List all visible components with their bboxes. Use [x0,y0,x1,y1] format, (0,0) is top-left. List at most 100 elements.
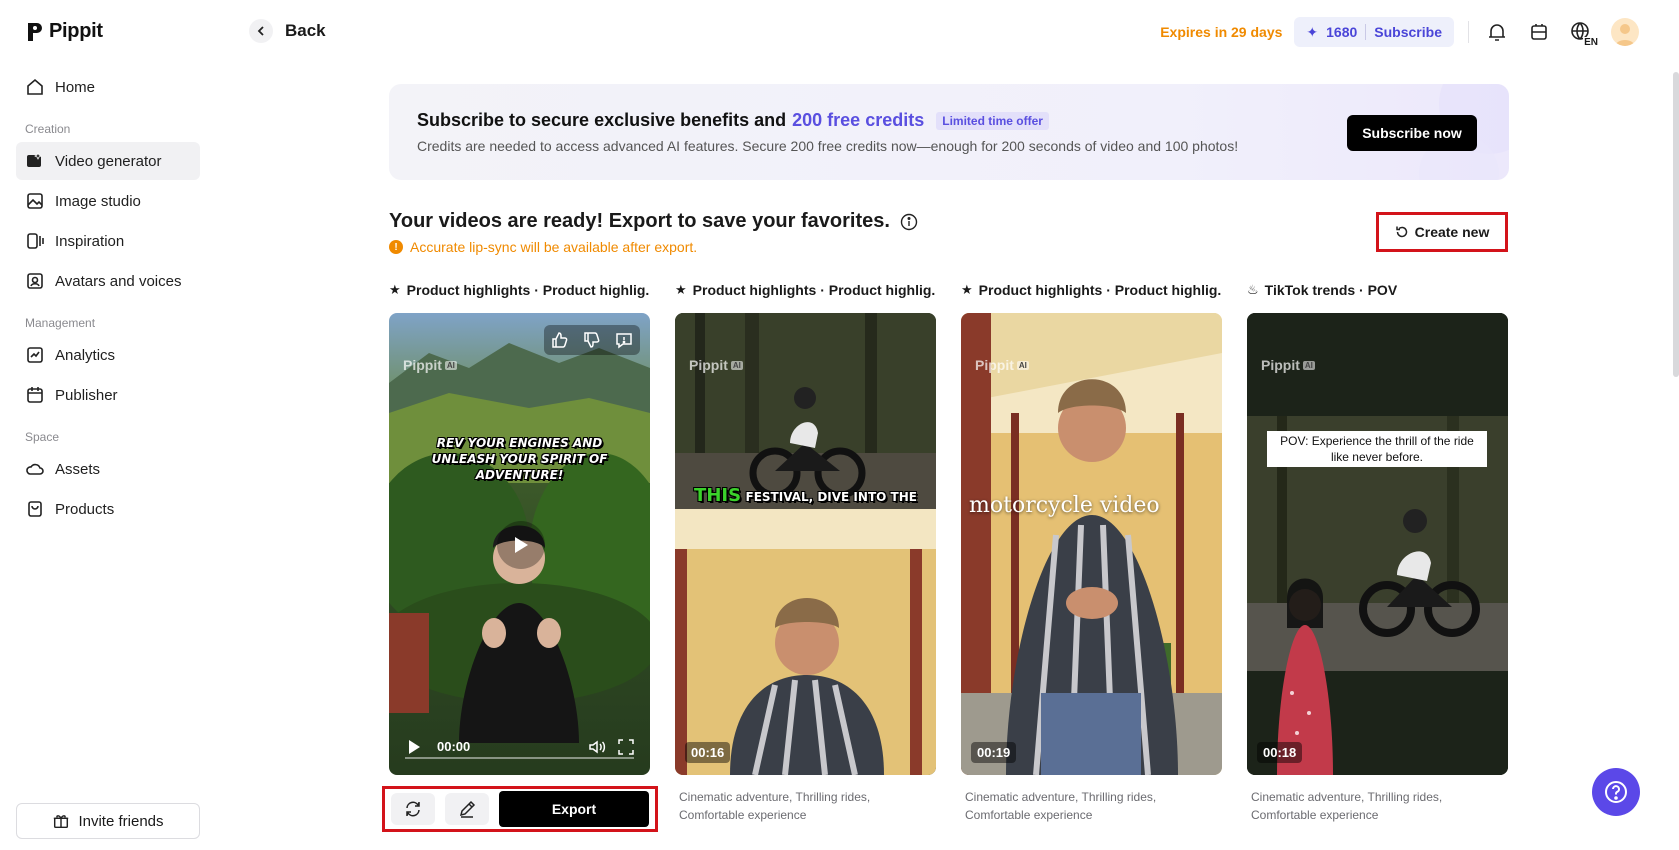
help-button[interactable] [1592,768,1640,816]
video-thumbnail[interactable]: Pippit AI THIS FESTIVAL, DIVE INTO THE 00… [675,313,936,775]
watermark-text: Pippit [975,357,1014,373]
calendar-icon [27,387,43,403]
watermark-text: Pippit [1261,357,1300,373]
report-icon[interactable] [615,331,633,349]
lip-sync-warning: ! Accurate lip-sync will be available af… [389,239,697,255]
description-line: Cinematic adventure, Thrilling rides, [679,790,871,804]
sidebar-item-avatars-voices[interactable]: Avatars and voices [16,262,200,300]
invite-friends-button[interactable]: Invite friends [16,803,200,839]
fullscreen-icon[interactable] [618,739,634,755]
regenerate-icon [406,801,420,817]
create-new-label: Create new [1414,224,1490,240]
warning-text: Accurate lip-sync will be available afte… [410,239,698,255]
page-heading: Your videos are ready! Export to save yo… [389,210,918,233]
category-star-icon: ★ [389,282,401,297]
description-line: Cinematic adventure, Thrilling rides, [1251,790,1443,804]
pill-divider [1365,24,1367,40]
watermark-text: Pippit [689,357,728,373]
sidebar-item-label: Analytics [55,346,116,364]
sidebar-item-analytics[interactable]: Analytics [16,336,200,374]
pippit-watermark: Pippit AI [975,357,1029,373]
sparkle-icon: ✦ [1306,23,1319,40]
sidebar-item-products[interactable]: Products [16,490,200,528]
subscribe-now-button[interactable]: Subscribe now [1347,115,1477,151]
description-line: Cinematic adventure, Thrilling rides, [965,790,1157,804]
sidebar-item-home[interactable]: Home [16,68,200,106]
video-duration: 00:18 [1257,742,1303,763]
thumbs-up-icon[interactable] [551,331,569,349]
sidebar-item-publisher[interactable]: Publisher [16,376,200,414]
banner-subtitle: Credits are needed to access advanced AI… [417,138,1239,154]
sidebar-item-video-generator[interactable]: Video generator [16,142,200,180]
watermark-ai-badge: AI [1016,360,1029,370]
video-thumbnail[interactable]: Pippit AI REV YOUR ENGINES AND UNLEASH YO… [389,313,650,775]
help-question-icon [1605,781,1627,803]
progress-bar[interactable] [405,757,634,759]
section-creation: Creation [25,122,71,136]
avatar-voice-icon [27,273,43,289]
video-card-3[interactable]: ★ Product highlights · Product highlig..… [961,280,1222,822]
card-label-text: Product highlights · Product highlig... [978,282,1222,298]
split-scene [675,313,936,775]
section-space: Space [25,430,60,444]
pencil-icon [459,800,476,818]
banner-title-highlight: 200 free credits [792,110,925,130]
user-avatar[interactable] [1611,18,1639,46]
card-label-text: TikTok trends · POV [1264,282,1398,298]
video-caption: motorcycle video [969,493,1160,518]
inbox-tray-icon[interactable] [1525,18,1553,46]
pippit-watermark: Pippit AI [403,357,457,373]
video-card-4[interactable]: ♨ TikTok trends · POV Pippit AI POV: Exp… [1247,280,1508,822]
logo[interactable]: Pippit [26,20,103,43]
card-label: ★ Product highlights · Product highlig..… [675,280,936,300]
credits-count: 1680 [1326,24,1358,40]
subscribe-link[interactable]: Subscribe [1374,24,1442,40]
sidebar-item-label: Inspiration [55,232,125,250]
pippit-watermark: Pippit AI [689,357,743,373]
banner-title: Subscribe to secure exclusive benefits a… [417,110,1049,131]
app-root: Pippit Home Creation Video generator Ima… [0,0,1679,850]
export-button[interactable]: Export [499,791,649,827]
video-thumbnail[interactable]: Pippit AI motorcycle video 00:19 [961,313,1222,775]
watermark-ai-badge: AI [444,360,457,370]
warning-icon: ! [389,240,403,254]
video-caption: POV: Experience the thrill of the ride l… [1267,431,1487,467]
video-card-1[interactable]: ★ Product highlights · Product highlig..… [389,280,650,775]
expires-notice[interactable]: Expires in 29 days [1160,24,1282,40]
video-thumbnail[interactable]: Pippit AI POV: Experience the thrill of t… [1247,313,1508,775]
credits-pill[interactable]: ✦ 1680 Subscribe [1294,17,1454,47]
video-duration: 00:19 [971,742,1017,763]
top-right-toolbar: Expires in 29 days ✦ 1680 Subscribe EN [1160,16,1679,48]
info-icon[interactable] [900,213,918,231]
analytics-icon [27,347,43,363]
play-button[interactable] [497,521,545,569]
card-label: ★ Product highlights · Product highlig..… [961,280,1222,300]
globe-language-icon[interactable]: EN [1567,18,1599,48]
porch-scene [961,313,1222,775]
sidebar-item-label: Home [55,78,96,96]
sidebar-item-inspiration[interactable]: Inspiration [16,222,200,260]
sidebar-item-assets[interactable]: Assets [16,450,200,488]
play-small-icon[interactable] [407,739,421,755]
regenerate-button[interactable] [391,793,435,825]
video-controls: 00:00 [389,725,650,775]
sidebar: Pippit Home Creation Video generator Ima… [0,0,215,850]
page-scrollbar[interactable] [1673,72,1679,377]
caption-highlight: THIS [694,485,742,506]
card-label-text: Product highlights · Product highlig... [406,282,650,298]
watermark-text: Pippit [403,357,442,373]
inspiration-icon [27,233,44,249]
sidebar-item-label: Video generator [55,152,162,170]
sidebar-item-image-studio[interactable]: Image studio [16,182,200,220]
create-new-button[interactable]: Create new [1376,212,1508,252]
back-button[interactable]: Back [249,19,326,43]
app-name: Pippit [49,20,103,42]
volume-icon[interactable] [588,738,606,756]
thumbs-down-icon[interactable] [583,331,601,349]
card-label-text: Product highlights · Product highlig... [692,282,936,298]
video-card-2[interactable]: ★ Product highlights · Product highlig..… [675,280,936,822]
watermark-ai-badge: AI [730,360,743,370]
bell-icon[interactable] [1483,18,1511,46]
edit-button[interactable] [445,793,489,825]
video-generator-icon [27,152,42,167]
